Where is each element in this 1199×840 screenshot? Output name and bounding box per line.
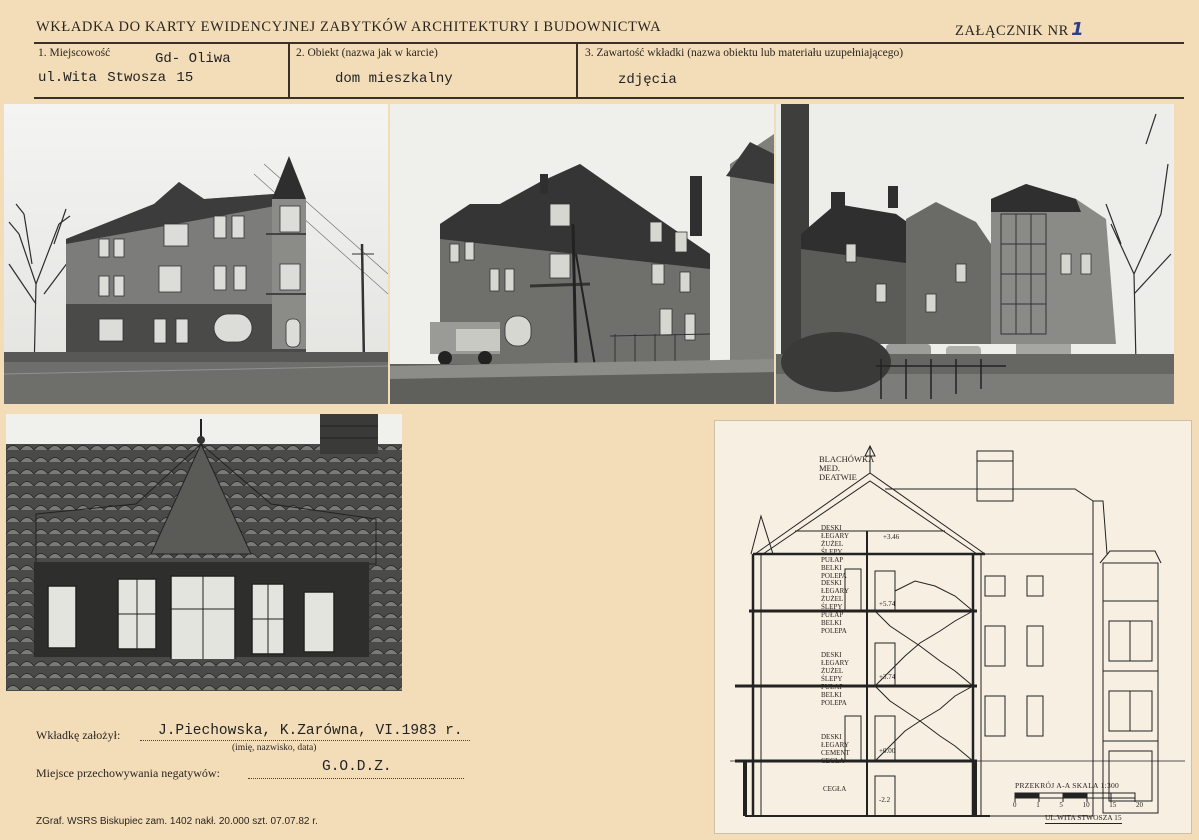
scale-mark: 0	[1013, 801, 1017, 809]
scale-mark: 20	[1135, 801, 1143, 809]
content-label: 3. Zawartość wkładki (nazwa obiektu lub …	[585, 47, 904, 59]
content-value: zdjęcia	[618, 72, 677, 88]
section-drawing-lines	[730, 444, 1185, 817]
card-title: WKŁADKA DO KARTY EWIDENCYJNEJ ZABYTKÓW A…	[36, 19, 662, 35]
annotation-floor-3: DESKI ŁEGARY ŻUŻEL ŚLEPY PUŁAP BELKI POL…	[821, 651, 849, 707]
drawing-street: UL.WITA STWOSZA 15	[1045, 813, 1122, 824]
photo-corner-view	[4, 104, 388, 404]
field-divider-2	[576, 42, 578, 98]
header-rule	[34, 42, 1184, 44]
scale-mark: 10	[1082, 801, 1090, 809]
object-label: 2. Obiekt (nazwa jak w karcie)	[296, 47, 438, 59]
annex-number: 1	[1071, 19, 1085, 40]
annotation-basement: CEGŁA	[823, 785, 847, 793]
locality-label: 1. Miejscowość	[38, 47, 111, 59]
record-card: { "header": { "title": "WKŁADKA DO KARTY…	[0, 0, 1199, 840]
annotation-floor-4: DESKI ŁEGARY CEMENT CEGŁA	[821, 733, 850, 765]
scale-labels: 0 1 5 10 15 20	[1013, 801, 1143, 809]
annotation-floor-2: DESKI ŁEGARY ŻUŻEL ŚLEPY PUŁAP BELKI POL…	[821, 579, 849, 635]
negatives-label: Miejsce przechowywania negatywów:	[36, 766, 220, 780]
founded-hint: (imię, nazwisko, data)	[232, 743, 317, 753]
object-value: dom mieszkalny	[335, 71, 453, 87]
annotation-floor-1: DESKI ŁEGARY ŻUŻEL ŚLEPY PUŁAP BELKI POL…	[821, 524, 849, 580]
annotation-roof: BLACHÓWKA MED. DEATWIE	[819, 454, 874, 482]
photo-street-view	[390, 104, 774, 404]
founded-dotted-line	[140, 740, 470, 741]
field-divider-1	[288, 42, 290, 98]
founded-value: J.Piechowska, K.Zarówna, VI.1983 r.	[158, 723, 463, 739]
section-title: PRZEKRÓJ A-A SKALA 1:300	[1015, 781, 1120, 790]
level-1: +3.46	[883, 533, 900, 541]
level-3: +3.74	[879, 673, 896, 681]
founded-label: Wkładkę założył:	[36, 728, 121, 742]
address-value: ul.Wita Stwosza 15	[38, 70, 194, 86]
locality-value: Gd- Oliwa	[155, 51, 231, 67]
scale-mark: 15	[1109, 801, 1117, 809]
section-drawing: BLACHÓWKA MED. DEATWIE DESKI ŁEGARY ŻUŻE…	[714, 420, 1192, 834]
level-5: -2.2	[879, 796, 891, 804]
print-info: ZGraf. WSRS Biskupiec zam. 1402 nakł. 20…	[36, 816, 318, 827]
annex-label: ZAŁĄCZNIK NR 1	[955, 19, 1085, 40]
photo-dormer-detail	[6, 414, 402, 691]
scale-mark: 1	[1036, 801, 1040, 809]
level-4: +0.00	[879, 747, 896, 755]
negatives-dotted-line	[248, 778, 464, 779]
fields-rule	[34, 97, 1184, 99]
photo-rear-view	[776, 104, 1174, 404]
negatives-value: G.O.D.Z.	[322, 759, 392, 775]
level-2: +5.74	[879, 600, 896, 608]
scale-mark: 5	[1059, 801, 1063, 809]
